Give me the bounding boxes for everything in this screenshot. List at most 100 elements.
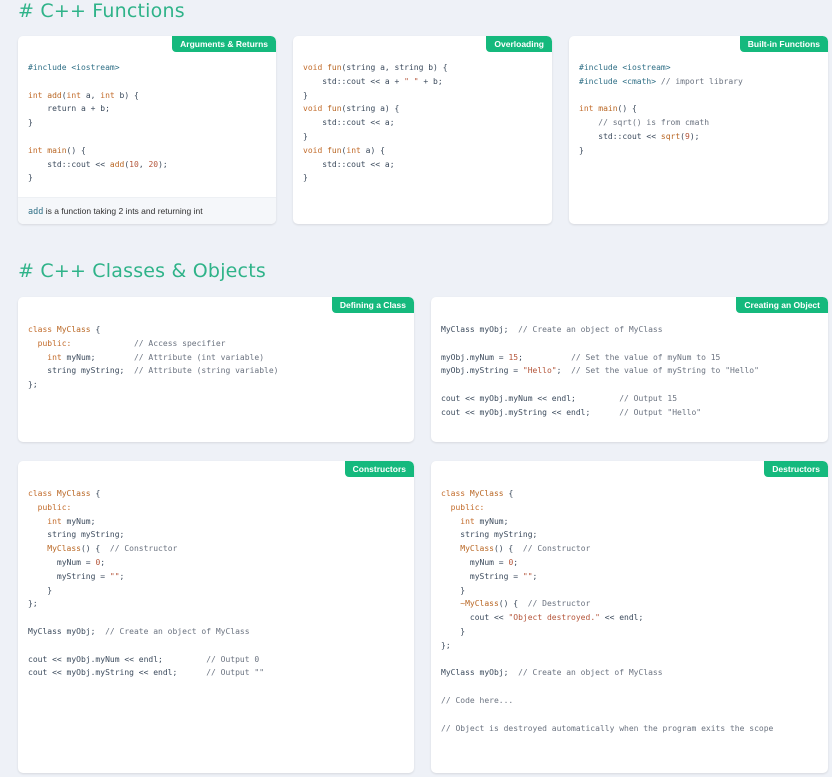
- section-title-classes: # C++ Classes & Objects: [18, 260, 266, 282]
- code-token: int: [100, 90, 120, 100]
- code-token: // Create an object of MyClass: [518, 668, 663, 678]
- code-token: () {: [80, 544, 110, 554]
- code-token: int: [66, 90, 86, 100]
- code-token: (string a, string b) {: [341, 63, 448, 72]
- code-token: // Constructor: [522, 544, 591, 554]
- code-line: };: [28, 597, 264, 611]
- code-token: (string a) {: [341, 104, 400, 114]
- card-overloading: Overloading void fun(string a, string b)…: [293, 36, 552, 224]
- code-token: MyClass myObj;: [28, 626, 106, 636]
- card-tag: Built-in Functions: [739, 36, 828, 52]
- code-token: ;: [513, 557, 519, 567]
- code-token: myString =: [28, 571, 110, 581]
- code-line: }: [579, 144, 743, 158]
- code-token: a,: [85, 90, 101, 100]
- code-line: string myString;: [28, 528, 264, 542]
- code-token: }: [28, 585, 53, 595]
- code-line: MyClass() { // Constructor: [441, 542, 773, 556]
- code-line: class MyClass {: [28, 323, 278, 337]
- code-token: // Access specifier: [133, 338, 226, 348]
- code-line: MyClass myObj; // Create an object of My…: [441, 323, 759, 337]
- code-line: cout << myObj.myString << endl; // Outpu…: [441, 406, 759, 420]
- code-token: int: [28, 516, 67, 526]
- code-token: myNum;: [66, 516, 96, 526]
- code-block: MyClass myObj; // Create an object of My…: [441, 323, 759, 420]
- code-token: myNum =: [28, 557, 96, 567]
- code-line: myNum = 0;: [441, 556, 773, 570]
- code-line: myObj.myString = "Hello"; // Set the val…: [441, 364, 759, 378]
- code-token: #include <iostream>: [579, 63, 671, 72]
- code-token: cout <<: [441, 613, 509, 623]
- code-line: myObj.myNum = 15; // Set the value of my…: [441, 351, 759, 365]
- card-tag: Constructors: [344, 461, 414, 477]
- code-token: {: [503, 489, 514, 498]
- code-line: };: [28, 378, 278, 392]
- code-line: }: [28, 116, 168, 130]
- code-block: #include <iostream> #include <cmath> // i…: [579, 61, 743, 158]
- code-block: void fun(string a, string b) { std::cout…: [303, 61, 448, 185]
- code-line: std::cout << sqrt(9);: [579, 130, 743, 144]
- code-block: class MyClass { public: int myNum; strin…: [441, 487, 773, 735]
- code-line: }: [28, 171, 168, 185]
- code-token: "Hello": [522, 366, 557, 376]
- code-line: public:: [28, 501, 264, 515]
- code-line: myNum = 0;: [28, 556, 264, 570]
- code-token: add: [47, 90, 62, 100]
- code-token: // Code here...: [441, 695, 514, 705]
- code-line: }: [28, 584, 264, 598]
- code-token: MyClass: [441, 544, 494, 554]
- code-token: myNum;: [479, 516, 509, 526]
- footer-text: is a function taking 2 ints and returnin…: [43, 206, 203, 216]
- code-token: // Object is destroyed automatically whe…: [441, 723, 774, 733]
- code-line: int myNum;: [441, 515, 773, 529]
- code-token: void: [303, 145, 328, 155]
- code-token: #include <iostream>: [28, 63, 120, 72]
- card-destructors: Destructors class MyClass { public: int …: [431, 461, 828, 773]
- code-token: ,: [138, 159, 149, 169]
- code-token: () {: [66, 145, 86, 155]
- code-line: myString = "";: [28, 570, 264, 584]
- code-line: // Code here...: [441, 694, 773, 708]
- code-line: #include <iostream>: [579, 61, 743, 75]
- card-tag: Overloading: [486, 36, 552, 52]
- code-line: int myNum;: [28, 515, 264, 529]
- code-token: myObj.myString =: [441, 366, 523, 376]
- code-token: ;: [518, 352, 572, 362]
- code-token: // Output 15: [619, 393, 678, 403]
- code-token: // Destructor: [527, 599, 591, 609]
- code-line: class MyClass {: [28, 487, 264, 501]
- code-line: int add(int a, int b) {: [28, 89, 168, 103]
- code-token: fun: [327, 63, 342, 72]
- code-line: MyClass myObj; // Create an object of My…: [441, 666, 773, 680]
- code-token: fun: [327, 145, 342, 155]
- code-token: // Create an object of MyClass: [105, 626, 250, 636]
- code-line: // sqrt() is from cmath: [579, 116, 743, 130]
- code-line: cout << myObj.myNum << endl; // Output 1…: [441, 392, 759, 406]
- code-token: {: [90, 325, 101, 334]
- card-defining-class: Defining a Class class MyClass { public:…: [18, 297, 414, 442]
- code-line: string myString; // Attribute (string va…: [28, 364, 278, 378]
- code-line: MyClass myObj; // Create an object of My…: [28, 625, 264, 639]
- card-tag: Creating an Object: [736, 297, 828, 313]
- code-token: std::cout <<: [28, 159, 110, 169]
- card-constructors: Constructors class MyClass { public: int…: [18, 461, 414, 773]
- code-token: std::cout << a;: [303, 118, 395, 128]
- code-token: }: [579, 145, 584, 155]
- code-token: }: [303, 131, 308, 141]
- code-token: main: [47, 145, 67, 155]
- code-token: () {: [493, 544, 523, 554]
- code-token: public:: [28, 338, 72, 348]
- code-token: sqrt: [660, 131, 681, 141]
- code-block: class MyClass { public: int myNum; strin…: [28, 487, 264, 680]
- code-token: );: [689, 131, 700, 141]
- code-token: // Attribute (int variable): [133, 352, 265, 362]
- code-line: cout << myObj.myString << endl; // Outpu…: [28, 666, 264, 680]
- code-token: ;: [532, 571, 538, 581]
- code-token: myNum;: [66, 352, 134, 362]
